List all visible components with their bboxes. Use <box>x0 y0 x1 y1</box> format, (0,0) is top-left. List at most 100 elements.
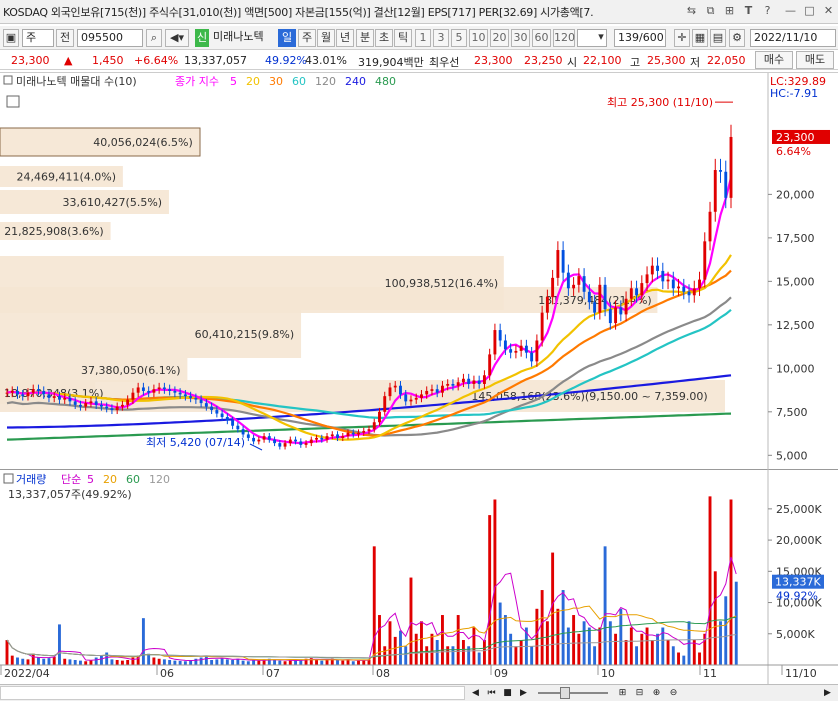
volume-bar <box>58 624 61 665</box>
volume-info: 13,337,057주(49.92%) <box>8 488 132 501</box>
volume-bar <box>503 615 507 665</box>
horizontal-scrollbar[interactable] <box>0 686 465 700</box>
volume-label: 거래량 <box>16 473 46 486</box>
stock-name: 미래나노텍 <box>213 30 264 43</box>
volume-bar <box>288 660 292 665</box>
interval-1[interactable]: 1 <box>415 29 431 47</box>
zoom-reset-icon[interactable]: ⊟ <box>633 686 646 700</box>
copy-icon[interactable]: ⧉ <box>703 3 718 18</box>
volume-bar <box>671 646 675 665</box>
link-icon[interactable]: ⇆ <box>684 3 699 18</box>
play-icon[interactable]: ▶ <box>517 686 530 700</box>
interval-120[interactable]: 120 <box>553 29 575 47</box>
pin-icon[interactable]: ⊞ <box>722 3 737 18</box>
quote-bar: 23,300 ▲ 1,450 +6.64% 13,337,057 49.92% … <box>0 51 838 70</box>
volume-ratio: 49.92% <box>265 54 307 67</box>
close-icon[interactable]: ✕ <box>821 3 836 18</box>
open-label: 시 <box>567 56 578 69</box>
sell-button[interactable]: 매도 <box>796 51 834 69</box>
stock-code-input[interactable]: 095500 <box>77 29 143 47</box>
candle-body <box>73 401 77 405</box>
settings-icon[interactable]: ⚙ <box>729 29 745 47</box>
period-week[interactable]: 주 <box>298 29 316 47</box>
bar-count-input[interactable]: 139/600 <box>614 29 666 47</box>
ma-label: 종가 지수 <box>175 75 219 88</box>
candle-body <box>26 392 30 397</box>
bid-price: 23,250 <box>524 54 563 67</box>
layout-icon[interactable]: ▣ <box>3 29 19 47</box>
font-icon[interactable]: T <box>741 3 756 18</box>
candle-body <box>288 439 292 444</box>
zoom-fit-icon[interactable]: ⊞ <box>616 686 629 700</box>
period-day[interactable]: 일 <box>278 29 296 47</box>
period-month[interactable]: 월 <box>317 29 335 47</box>
scroll-first-icon[interactable]: ⏮ <box>485 686 498 700</box>
minimize-icon[interactable]: — <box>783 3 798 18</box>
candle-body <box>309 439 313 444</box>
buy-button[interactable]: 매수 <box>755 51 793 69</box>
price-chart[interactable]: 미래나노텍 매물대 수(10) 종가 지수 5 20 30 60 120 240 480 LC:3… <box>0 72 838 472</box>
date-input[interactable]: 2022/11/10 <box>750 29 836 47</box>
volume-bar <box>10 655 14 665</box>
market-select[interactable]: 주 <box>22 29 54 47</box>
volume-ma-period-5: 5 <box>87 473 94 486</box>
period-second[interactable]: 초 <box>375 29 393 47</box>
volume-bar <box>430 633 434 665</box>
volume-bar <box>666 640 670 665</box>
candle-body <box>325 436 329 440</box>
zoom-out-icon[interactable]: ⊖ <box>667 686 680 700</box>
volume-bar <box>414 633 418 665</box>
period-tick[interactable]: 틱 <box>394 29 412 47</box>
interval-3[interactable]: 3 <box>433 29 449 47</box>
candle-body <box>629 288 633 299</box>
stop-icon[interactable]: ■ <box>501 686 514 700</box>
volume-bar <box>556 608 560 665</box>
candle-body <box>183 394 187 397</box>
period-minute[interactable]: 분 <box>356 29 374 47</box>
candle-body <box>582 276 586 292</box>
volume-bar <box>341 660 345 665</box>
zoom-slider[interactable] <box>538 692 608 694</box>
maximize-icon[interactable]: □ <box>802 3 817 18</box>
volume-profile-label: 40,056,024(6.5%) <box>93 136 193 149</box>
period-year[interactable]: 년 <box>336 29 354 47</box>
candle-body <box>225 417 229 421</box>
candle-body <box>383 396 387 412</box>
interval-30[interactable]: 30 <box>511 29 530 47</box>
ask-price: 23,300 <box>474 54 513 67</box>
candle-body <box>5 392 9 394</box>
current-price-tag: 23,300 <box>776 131 815 144</box>
volume-bar <box>509 633 513 665</box>
scroll-left-icon[interactable]: ◀ <box>469 686 482 700</box>
interval-5[interactable]: 5 <box>451 29 467 47</box>
jeon-button[interactable]: 전 <box>56 29 74 47</box>
save-icon[interactable]: ▤ <box>710 29 726 47</box>
interval-10[interactable]: 10 <box>469 29 488 47</box>
interval-20[interactable]: 20 <box>490 29 509 47</box>
zoom-slider-thumb[interactable] <box>560 687 570 699</box>
interval-60[interactable]: 60 <box>532 29 551 47</box>
volume-bar <box>587 627 591 665</box>
chevron-down-icon[interactable]: ▾ <box>595 29 607 47</box>
crosshair-icon[interactable]: ✛ <box>674 29 690 47</box>
candle-body <box>120 404 124 407</box>
candle-body <box>162 387 166 390</box>
volume-chart[interactable]: 거래량 단순 5 20 60 120 13,337,057주(49.92%) 25,000K 2… <box>0 469 838 684</box>
high-label: 고 <box>630 56 641 69</box>
volume-tick-label: 20,000K <box>776 534 822 547</box>
volume-bar <box>110 659 114 665</box>
speaker-icon[interactable]: ◀▾ <box>165 29 189 47</box>
candle-body <box>94 401 98 405</box>
candle-body <box>346 432 350 437</box>
candle-body <box>388 387 392 397</box>
help-icon[interactable]: ? <box>760 3 775 18</box>
zoom-in-icon[interactable]: ⊕ <box>650 686 663 700</box>
grid-icon[interactable]: ▦ <box>692 29 708 47</box>
volume-bar <box>183 661 187 665</box>
search-icon[interactable]: ⌕ <box>146 29 162 47</box>
volume-bar <box>446 646 450 665</box>
volume-bar <box>357 660 360 665</box>
scroll-right-icon[interactable]: ▶ <box>821 686 834 700</box>
volume-bar <box>31 653 35 665</box>
candle-body <box>414 397 418 400</box>
